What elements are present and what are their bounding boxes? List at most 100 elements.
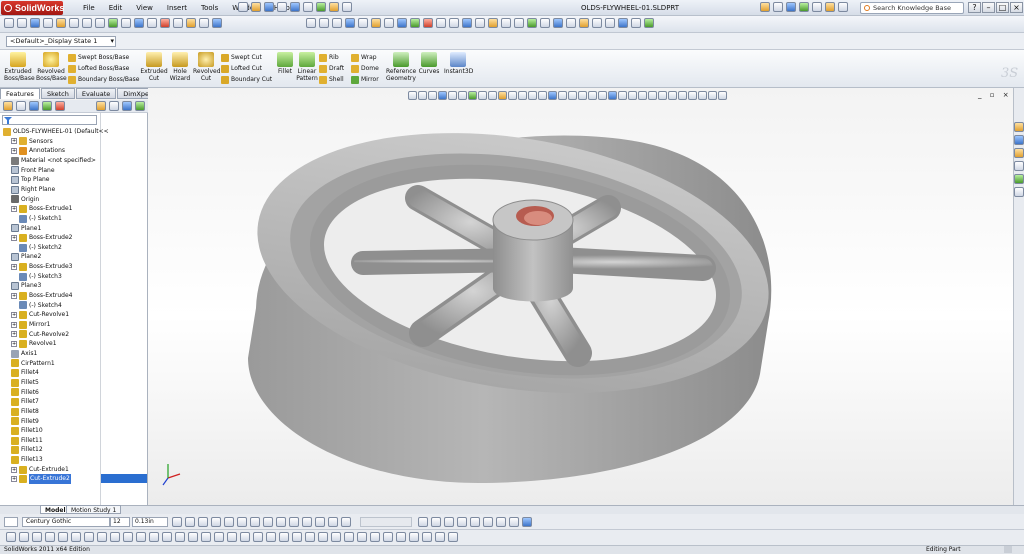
mass-properties-icon[interactable]: [212, 18, 222, 28]
hu-iso-icon[interactable]: [578, 91, 587, 100]
hu-zoom-area-icon[interactable]: [418, 91, 427, 100]
undo-icon[interactable]: [290, 2, 300, 12]
sketch-copy-icon[interactable]: [279, 532, 289, 542]
outdent-icon[interactable]: [328, 517, 338, 527]
tree-node[interactable]: Fillet11: [11, 436, 43, 446]
grid-icon[interactable]: [509, 517, 519, 527]
sketch-slot-icon[interactable]: [84, 532, 94, 542]
appearance-column-icon[interactable]: [122, 101, 132, 111]
library-icon[interactable]: [799, 2, 809, 12]
hu-view-settings-icon[interactable]: [688, 91, 697, 100]
hu-wireframe-icon[interactable]: [618, 91, 627, 100]
tree-node[interactable]: Axis1: [11, 349, 37, 359]
hu-previous-view-icon[interactable]: [428, 91, 437, 100]
hu-trimetric-icon[interactable]: [588, 91, 597, 100]
tab-sketch[interactable]: Sketch: [40, 88, 75, 99]
tab-evaluate[interactable]: Evaluate: [75, 88, 117, 99]
display-style-icon[interactable]: [397, 18, 407, 28]
search-results-icon[interactable]: [1014, 161, 1024, 171]
boundary-cut-button[interactable]: Boundary Cut: [221, 74, 273, 85]
hu-pan-icon[interactable]: [458, 91, 467, 100]
shadows-icon[interactable]: [475, 18, 485, 28]
hu-appearance-icon[interactable]: [668, 91, 677, 100]
expand-toggle-icon[interactable]: +: [11, 331, 17, 338]
tree-node[interactable]: Origin: [11, 195, 39, 205]
viewport-close-button[interactable]: ×: [1003, 91, 1009, 99]
circle-icon[interactable]: [95, 18, 105, 28]
tree-node[interactable]: (-) Sketch4: [19, 301, 62, 311]
tree-node[interactable]: + Sensors: [11, 137, 53, 147]
sketch-tools-icon[interactable]: [4, 18, 14, 28]
hu-front-icon[interactable]: [518, 91, 527, 100]
origin-toggle-icon[interactable]: [618, 18, 628, 28]
sketch-block-icon[interactable]: [344, 532, 354, 542]
sketch-fillet-icon[interactable]: [136, 532, 146, 542]
sketch-snap-icon[interactable]: [331, 532, 341, 542]
apply-scene-icon[interactable]: [436, 18, 446, 28]
extruded-cut-button[interactable]: Extruded Cut: [140, 52, 168, 82]
display-state-select[interactable]: <Default>_Display State 1 ▾: [6, 36, 116, 47]
justify-icon[interactable]: [276, 517, 286, 527]
tree-node[interactable]: Plane2: [11, 252, 41, 262]
expand-toggle-icon[interactable]: +: [11, 205, 17, 212]
draft-button[interactable]: Draft: [319, 63, 347, 74]
hu-orientation-icon[interactable]: [498, 91, 507, 100]
perspective-icon[interactable]: [501, 18, 511, 28]
maximize-button[interactable]: □: [996, 2, 1009, 13]
stop-icon[interactable]: [160, 18, 170, 28]
hu-roll-icon[interactable]: [488, 91, 497, 100]
tree-node[interactable]: Fillet4: [11, 368, 39, 378]
show-display-pane-icon[interactable]: [96, 101, 106, 111]
hu-select-icon[interactable]: [468, 91, 477, 100]
tree-node[interactable]: + Boss-Extrude1: [11, 204, 73, 214]
sketch-line-icon[interactable]: [6, 532, 16, 542]
save-icon[interactable]: [264, 2, 274, 12]
sketch-relation-icon[interactable]: [292, 532, 302, 542]
swept-boss-button[interactable]: Swept Boss/Base: [68, 52, 138, 63]
home-icon[interactable]: [773, 2, 783, 12]
menu-insert[interactable]: Insert: [160, 0, 194, 16]
tree-node[interactable]: OLDS-FLYWHEEL-01 (Default<<: [3, 127, 109, 137]
sketch-extend-icon[interactable]: [201, 532, 211, 542]
hu-cameras-icon[interactable]: [718, 91, 727, 100]
indent-icon[interactable]: [315, 517, 325, 527]
curvature-icon[interactable]: [566, 18, 576, 28]
hide-show-icon[interactable]: [410, 18, 420, 28]
strikethrough-icon[interactable]: [224, 517, 234, 527]
sketch-dimension-icon[interactable]: [422, 532, 432, 542]
annotation-note-icon[interactable]: [56, 18, 66, 28]
sketch-repair-icon[interactable]: [305, 532, 315, 542]
numbering-icon[interactable]: [302, 517, 312, 527]
select-filter-icon[interactable]: [30, 18, 40, 28]
sketch-ellipse-icon[interactable]: [58, 532, 68, 542]
hu-rotate-icon[interactable]: [448, 91, 457, 100]
explorer-icon[interactable]: [812, 2, 822, 12]
sketch-centerline-icon[interactable]: [110, 532, 120, 542]
tree-node[interactable]: Fillet8: [11, 407, 39, 417]
hu-hide-show-icon[interactable]: [698, 91, 707, 100]
propertymanager-icon[interactable]: [16, 101, 26, 111]
spline-icon[interactable]: [108, 18, 118, 28]
hu-bottom-icon[interactable]: [568, 91, 577, 100]
axis-toggle-icon[interactable]: [605, 18, 615, 28]
file-explorer-icon[interactable]: [1014, 148, 1024, 158]
rib-button[interactable]: Rib: [319, 52, 347, 63]
lights-icon[interactable]: [540, 18, 550, 28]
bullets-icon[interactable]: [289, 517, 299, 527]
chart-icon[interactable]: [522, 517, 532, 527]
revolved-cut-button[interactable]: Revolved Cut: [193, 52, 221, 82]
expand-toggle-icon[interactable]: +: [11, 312, 17, 319]
sketch-plane-icon[interactable]: [383, 532, 393, 542]
design-library-icon[interactable]: [1014, 135, 1024, 145]
hu-perspective-icon[interactable]: [648, 91, 657, 100]
sketch-arc-icon[interactable]: [32, 532, 42, 542]
hu-section-icon[interactable]: [438, 91, 447, 100]
section-view-icon[interactable]: [371, 18, 381, 28]
expand-toggle-icon[interactable]: +: [11, 263, 17, 270]
tree-node[interactable]: + Cut-Revolve1: [11, 310, 69, 320]
tree-node[interactable]: Fillet5: [11, 378, 39, 388]
new-document-icon[interactable]: [238, 2, 248, 12]
boundary-boss-button[interactable]: Boundary Boss/Base: [68, 74, 139, 85]
tip-icon[interactable]: [760, 2, 770, 12]
realview-icon[interactable]: [462, 18, 472, 28]
